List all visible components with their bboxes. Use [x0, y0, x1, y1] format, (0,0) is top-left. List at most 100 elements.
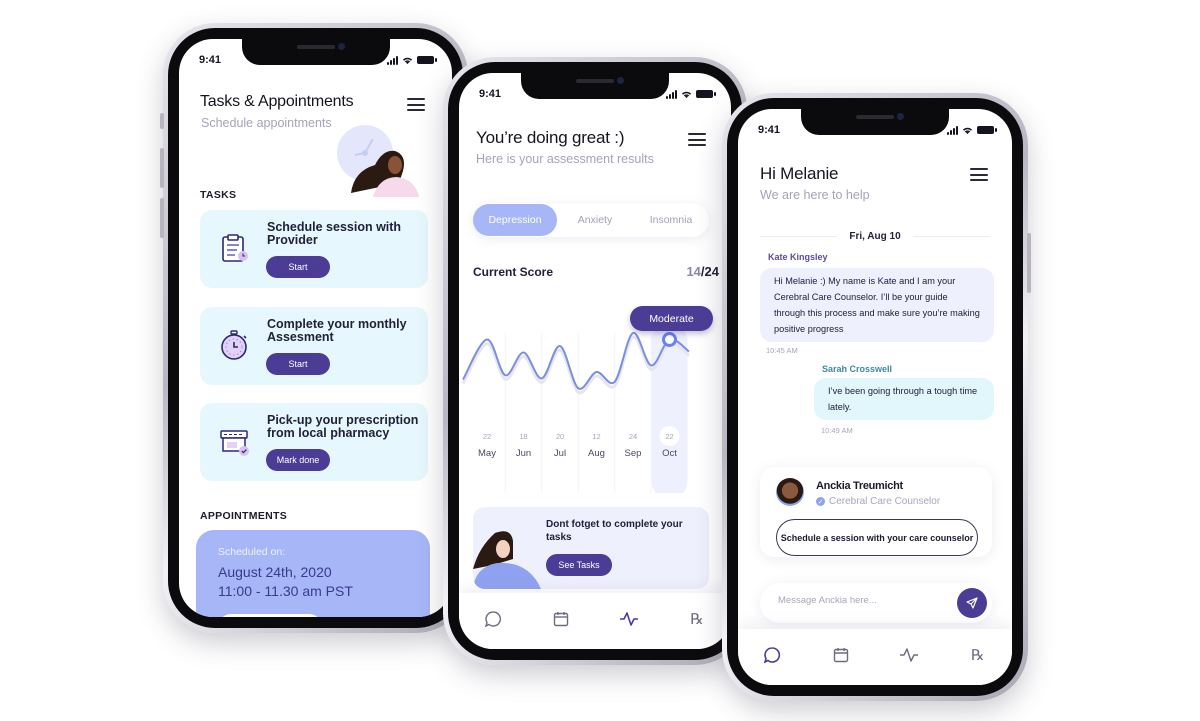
mark-done-button[interactable]: Mark done	[266, 449, 330, 471]
volume-up-button	[160, 148, 164, 188]
tab-calendar[interactable]	[550, 608, 572, 630]
assessment-tabs: Depression Anxiety Insomnia	[473, 203, 709, 237]
notch	[241, 39, 390, 65]
tasks-section-label: TASKS	[200, 189, 237, 201]
current-score-value: 14/24	[686, 264, 719, 279]
battery-icon	[417, 56, 437, 64]
start-schedule-button[interactable]: Start	[266, 256, 330, 278]
activity-icon	[620, 612, 638, 626]
message-input[interactable]	[778, 595, 948, 606]
send-button[interactable]	[957, 588, 987, 618]
counselor-card: Anckia Treumicht ✓ Cerebral Care Counselo…	[760, 467, 992, 557]
menu-icon[interactable]	[407, 98, 425, 111]
rx-icon: ℞	[971, 646, 985, 664]
chat-icon	[484, 611, 501, 628]
task-reminder-card: Dont fotget to complete your tasks See T…	[473, 507, 709, 589]
tab-activity[interactable]	[898, 644, 920, 666]
highlight-point	[662, 332, 677, 347]
date-divider: Fri, Aug 10	[760, 229, 990, 243]
message-bubble-sent: I’ve been going through a tough time lat…	[814, 378, 994, 420]
date-divider-text: Fri, Aug 10	[849, 230, 901, 242]
tab-prescriptions[interactable]: ℞	[967, 644, 989, 666]
message-sender: Kate Kingsley	[768, 252, 828, 262]
task-text: Complete your monthly Assesment	[267, 317, 407, 344]
task-text: Schedule session with Provider	[267, 220, 402, 247]
appointment-time: 11:00 - 11.30 am PST	[218, 583, 353, 599]
battery-icon	[696, 90, 716, 98]
phone-tasks: 9:41 Tasks & Appointments Schedule appoi…	[160, 23, 468, 633]
reschedule-button[interactable]: Reschedule Session	[218, 614, 322, 617]
menu-icon[interactable]	[970, 168, 988, 181]
tab-chat[interactable]	[482, 608, 504, 630]
page-title: You’re doing great :)	[476, 128, 625, 147]
tab-insomnia[interactable]: Insomnia	[633, 204, 709, 236]
calendar-icon	[833, 648, 848, 663]
month-label: May	[478, 448, 496, 459]
schedule-session-button[interactable]: Schedule a session with your care counse…	[776, 519, 978, 556]
battery-icon	[977, 126, 997, 134]
woman-illustration	[473, 531, 541, 589]
tab-depression[interactable]: Depression	[473, 204, 557, 236]
status-time: 9:41	[479, 88, 502, 100]
value-label: 24	[629, 432, 637, 441]
message-sender: Sarah Crosswell	[822, 364, 893, 374]
value-label: 20	[556, 432, 564, 441]
appointments-section-label: APPOINTMENTS	[200, 510, 288, 522]
tab-activity[interactable]	[618, 608, 640, 630]
stopwatch-icon	[221, 330, 247, 360]
send-icon	[966, 597, 978, 609]
rx-icon: ℞	[690, 610, 704, 628]
pharmacy-store-icon	[220, 430, 249, 456]
month-label: Aug	[588, 448, 605, 459]
wifi-icon	[402, 57, 413, 64]
status-time: 9:41	[758, 124, 781, 136]
tab-prescriptions[interactable]: ℞	[686, 608, 708, 630]
tasks-screen: 9:41 Tasks & Appointments Schedule appoi…	[179, 39, 452, 617]
score-tooltip: Moderate	[630, 306, 713, 331]
month-label: Oct	[662, 448, 677, 459]
appointment-card: Scheduled on: August 24th, 2020 11:00 - …	[196, 530, 430, 617]
signal-icon	[387, 55, 398, 65]
task-card: Schedule session with Provider Start	[200, 210, 428, 288]
value-label: 22	[665, 432, 673, 441]
tab-chat[interactable]	[761, 644, 783, 666]
activity-icon	[900, 648, 919, 662]
bottom-tab-bar: ℞	[738, 629, 1012, 685]
page-title: Tasks & Appointments	[200, 93, 354, 110]
wifi-icon	[962, 127, 973, 134]
phone-assessment: 9:41 You’re doing great :) Here is your …	[443, 57, 747, 665]
mute-switch	[160, 113, 164, 129]
clipboard-icon	[222, 234, 248, 262]
task-card: Complete your monthly Assesment Start	[200, 307, 428, 385]
score-max: /24	[700, 264, 719, 279]
counselor-role-text: Cerebral Care Counselor	[829, 496, 941, 507]
month-label: Jul	[554, 448, 566, 459]
volume-down-button	[160, 198, 164, 238]
calendar-icon	[553, 612, 569, 627]
assessment-screen: 9:41 You’re doing great :) Here is your …	[459, 73, 731, 649]
appointment-label: Scheduled on:	[218, 546, 286, 558]
message-input-container	[760, 583, 992, 623]
counselor-role: ✓ Cerebral Care Counselor	[816, 496, 940, 507]
tab-calendar[interactable]	[830, 644, 852, 666]
see-tasks-button[interactable]: See Tasks	[546, 554, 612, 576]
phone-chat: 9:41 Hi Melanie We are here to help Fri,…	[722, 93, 1031, 701]
signal-icon	[666, 89, 677, 99]
task-card: Pick-up your prescription from local pha…	[200, 403, 428, 481]
appointment-date: August 24th, 2020	[218, 564, 332, 580]
page-subtitle: We are here to help	[760, 188, 870, 202]
status-time: 9:41	[199, 54, 222, 66]
notch	[521, 73, 669, 99]
score-current: 14	[686, 264, 701, 279]
value-label: 12	[592, 432, 600, 441]
signal-icon	[947, 125, 958, 135]
page-subtitle: Here is your assessment results	[476, 152, 654, 166]
start-assessment-button[interactable]: Start	[266, 353, 330, 375]
menu-icon[interactable]	[688, 133, 706, 146]
chat-icon	[763, 647, 781, 664]
message-timestamp: 10:45 AM	[766, 346, 798, 355]
current-score-label: Current Score	[473, 265, 554, 279]
bottom-tab-bar: ℞	[459, 593, 731, 649]
tab-anxiety[interactable]: Anxiety	[557, 204, 633, 236]
value-label: 22	[483, 432, 491, 441]
